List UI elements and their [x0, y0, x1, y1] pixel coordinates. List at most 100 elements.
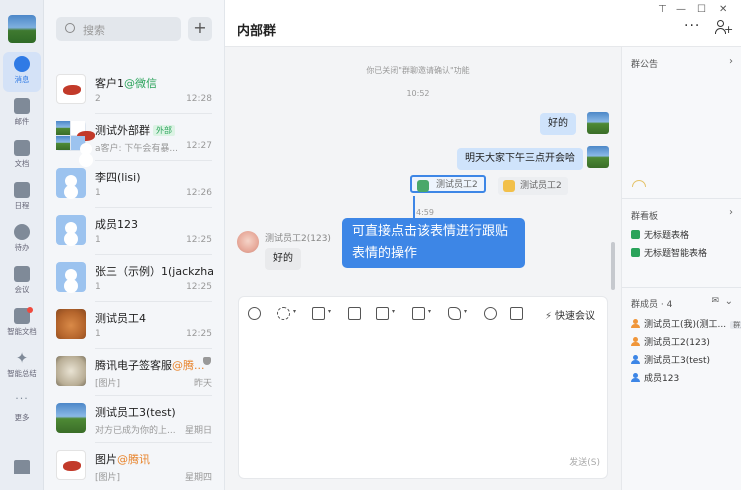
reaction-sticker[interactable]: 测试员工2 — [410, 175, 486, 193]
avatar[interactable] — [587, 146, 609, 168]
owner-badge: 群主 — [730, 321, 741, 329]
message-bubble[interactable]: 好的 — [540, 113, 576, 135]
chevron-right-icon[interactable]: › — [729, 56, 733, 67]
avatar — [56, 168, 86, 198]
nav-mail[interactable]: 邮件 — [3, 94, 41, 134]
conversation-item[interactable]: 测试外部群 外部 a客户: 下午会有暴... 12:27 — [44, 114, 224, 161]
nav-meeting[interactable]: 会议 — [3, 262, 41, 302]
unread-dot — [27, 307, 33, 313]
avatar[interactable] — [587, 112, 609, 134]
mute-bell-icon — [203, 357, 211, 365]
conversation-time: 12:25 — [186, 329, 212, 339]
conversation-time: 星期四 — [184, 473, 212, 483]
conversation-preview: 1 — [95, 188, 101, 198]
nav-label: 邮件 — [14, 117, 30, 126]
quick-meeting-button[interactable]: 快速会议 — [545, 307, 595, 322]
message-composer[interactable]: ▾ ▾ ▾ ▾ ▾ 快速会议 发送(S) — [238, 296, 608, 479]
chat-title: 内部群 — [237, 24, 277, 39]
message-bubble[interactable]: 好的 — [265, 248, 301, 270]
emoji-icon — [417, 180, 429, 192]
member-icon — [631, 373, 640, 382]
reaction-sticker[interactable]: 测试员工2 — [498, 177, 568, 195]
member-item[interactable]: 测试员工2(123) — [631, 335, 710, 348]
group-members-title: 群成员 · 4 — [631, 300, 673, 310]
add-button[interactable]: + — [188, 17, 212, 41]
notice-emoji-icon — [632, 180, 646, 187]
emoji-icon — [503, 180, 515, 192]
board-doc-item[interactable]: 无标题智能表格 — [631, 246, 707, 259]
conversation-preview: 1 — [95, 329, 101, 339]
avatar — [56, 262, 86, 292]
conversation-item[interactable]: 图片@腾讯 [图片] 星期四 — [44, 443, 224, 490]
nav-label: 待办 — [14, 243, 30, 252]
maximize-button[interactable]: ☐ — [697, 4, 706, 15]
pin-icon[interactable]: ⊤ — [658, 4, 667, 15]
system-notice: 你已关闭"群聊邀请确认"功能 — [366, 66, 470, 75]
chat-bubble-icon — [14, 56, 30, 72]
nav-messages[interactable]: 消息 — [3, 52, 41, 92]
add-member-icon[interactable]: + — [715, 20, 733, 35]
conversation-preview: 1 — [95, 282, 101, 292]
conversation-preview: 对方已成为你的上... — [95, 426, 176, 436]
search-input[interactable]: 搜索 — [56, 17, 181, 41]
conversation-item[interactable]: 李四(lisi) 1 12:26 — [44, 161, 224, 208]
meeting-icon — [14, 266, 30, 282]
conversation-preview: 1 — [95, 235, 101, 245]
workbench-icon[interactable] — [14, 460, 30, 474]
chat-panel: 内部群 ⊤ — ☐ ✕ ··· + 你已关闭"群聊邀请确认"功能 10:52 好… — [225, 0, 741, 490]
member-item[interactable]: 测试员工(我)(测工...群主 — [631, 317, 741, 330]
minimize-button[interactable]: — — [676, 4, 686, 15]
more-dots-icon: ··· — [15, 392, 29, 405]
nav-label: 会议 — [14, 285, 30, 294]
conversation-item[interactable]: 测试员工4 1 12:25 — [44, 302, 224, 349]
mail-icon[interactable]: ✉ — [711, 296, 719, 306]
chevron-down-icon[interactable]: ⌄ — [725, 296, 733, 307]
conversation-name: 图片@腾讯 — [95, 453, 150, 466]
group-board-title[interactable]: 群看板 — [631, 209, 658, 222]
nav-smart-doc[interactable]: 智能文档 — [3, 304, 41, 344]
smart-sheet-icon — [631, 248, 640, 257]
nav-todo[interactable]: 待办 — [3, 220, 41, 260]
chat-scrollbar[interactable] — [611, 242, 615, 290]
member-icon — [631, 319, 640, 328]
conversation-name: 测试员工3(test) — [95, 406, 176, 419]
conversation-time: 12:28 — [186, 94, 212, 104]
message-bubble[interactable]: 明天大家下午三点开会哈 — [457, 148, 583, 170]
group-notice-title[interactable]: 群公告 — [631, 57, 658, 70]
more-options-button[interactable]: ··· — [684, 18, 700, 34]
my-avatar[interactable] — [8, 15, 36, 43]
board-doc-item[interactable]: 无标题表格 — [631, 228, 689, 241]
conversation-name: 腾讯电子签客服@腾... — [95, 359, 205, 372]
mail-icon — [14, 98, 30, 114]
conversation-name: 测试外部群 外部 — [95, 122, 175, 138]
close-button[interactable]: ✕ — [719, 4, 727, 15]
nav-calendar[interactable]: 日程 — [3, 178, 41, 218]
conversation-item[interactable]: 成员123 1 12:25 — [44, 208, 224, 255]
conversation-name: 李四(lisi) — [95, 171, 141, 184]
nav-label: 智能文档 — [7, 327, 37, 336]
nav-smart-summary[interactable]: ✦ 智能总结 — [3, 346, 41, 386]
avatar — [56, 121, 95, 155]
conversation-item[interactable]: 腾讯电子签客服@腾... [图片] 昨天 — [44, 349, 224, 396]
conversation-name: 张三（示例）1(jackzha... — [95, 265, 213, 278]
member-item[interactable]: 成员123 — [631, 371, 679, 384]
conversation-time: 12:27 — [186, 141, 212, 151]
nav-more[interactable]: ··· 更多 — [3, 390, 41, 430]
member-icon — [631, 337, 640, 346]
conversation-time: 12:25 — [186, 282, 212, 292]
avatar — [56, 403, 86, 433]
conversation-item[interactable]: 张三（示例）1(jackzha... 1 12:25 — [44, 255, 224, 302]
avatar — [56, 74, 86, 104]
send-button[interactable]: 发送(S) — [569, 455, 600, 468]
conversation-time: 星期日 — [184, 426, 212, 436]
member-item[interactable]: 测试员工3(test) — [631, 353, 710, 366]
avatar[interactable] — [237, 231, 259, 253]
conversation-list: 搜索 + 客户1@微信 2 12:28 测试外部群 外部 a客户: 下午会有暴..… — [44, 0, 225, 490]
nav-docs[interactable]: 文档 — [3, 136, 41, 176]
sheet-icon — [631, 230, 640, 239]
conversation-item[interactable]: 测试员工3(test) 对方已成为你的上... 星期日 — [44, 396, 224, 443]
chevron-right-icon[interactable]: › — [729, 207, 733, 218]
nav-label: 文档 — [14, 159, 30, 168]
guide-tooltip: 可直接点击该表情进行跟贴表情的操作 — [342, 218, 525, 268]
conversation-item[interactable]: 客户1@微信 2 12:28 — [44, 67, 224, 114]
